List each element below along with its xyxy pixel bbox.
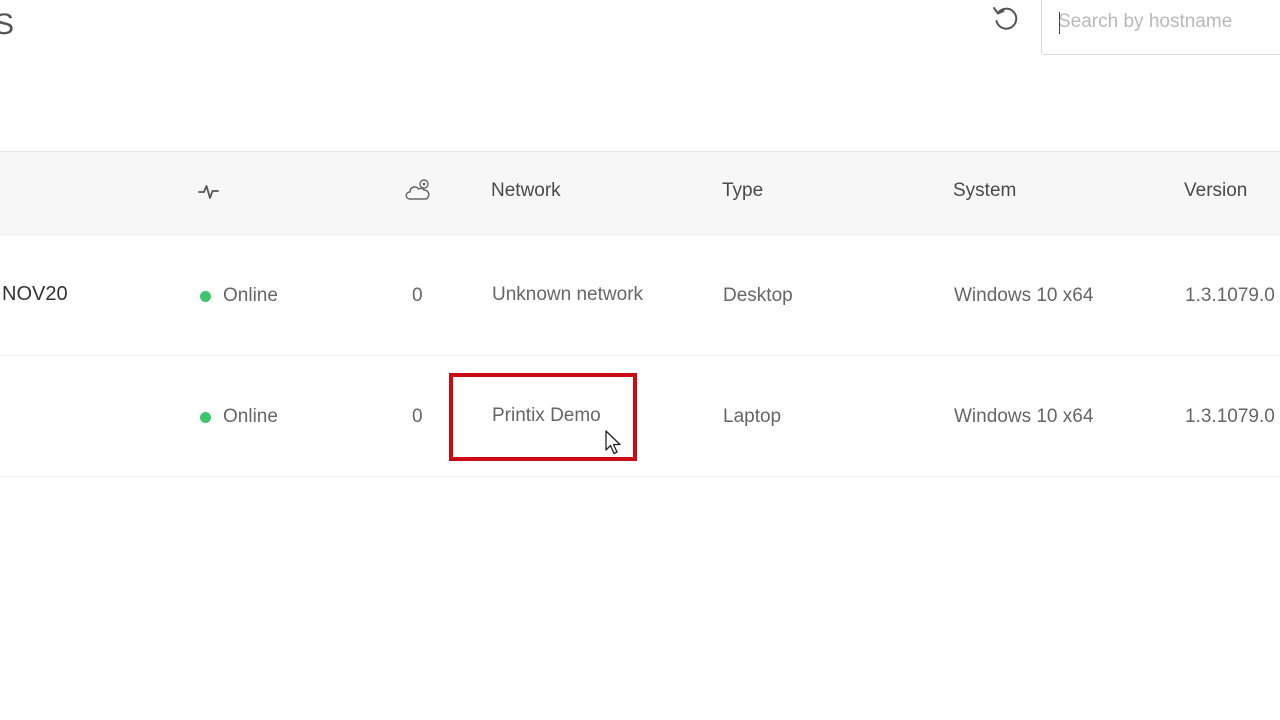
activity-icon[interactable] (197, 179, 221, 208)
table-header: Network Type System Version (0, 151, 1280, 235)
column-system[interactable]: System (953, 180, 1016, 202)
page-title: S (0, 8, 15, 41)
text-caret (1059, 12, 1060, 34)
row-count: 0 (412, 285, 423, 306)
row-network[interactable]: Unknown network (492, 284, 643, 306)
row-system: Windows 10 x64 (954, 406, 1094, 427)
row-type: Laptop (723, 406, 782, 427)
refresh-icon (990, 4, 1020, 39)
table-row[interactable]: Online 0 Printix Demo Laptop Windows 10 … (0, 356, 1280, 477)
row-count: 0 (412, 406, 423, 427)
row-system: Windows 10 x64 (954, 285, 1094, 306)
refresh-button[interactable] (988, 4, 1022, 38)
row-status: Online (223, 285, 278, 306)
row-network[interactable]: Printix Demo (492, 405, 601, 427)
column-network[interactable]: Network (491, 180, 561, 202)
online-status-icon (200, 291, 211, 302)
row-type: Desktop (723, 285, 793, 306)
row-status: Online (223, 406, 278, 427)
search-box[interactable] (1041, 0, 1280, 55)
column-version[interactable]: Version (1184, 180, 1247, 202)
online-status-icon (200, 412, 211, 423)
search-input[interactable] (1058, 7, 1278, 37)
column-type[interactable]: Type (722, 180, 763, 202)
table-row[interactable]: NOV20 Online 0 Unknown network Desktop W… (0, 235, 1280, 356)
cloud-settings-icon[interactable] (403, 177, 433, 210)
page: S Network Type System Version (0, 0, 1280, 720)
row-version: 1.3.1079.0 (1185, 285, 1275, 306)
row-hostname[interactable]: NOV20 (2, 283, 68, 306)
row-version: 1.3.1079.0 (1185, 406, 1275, 427)
